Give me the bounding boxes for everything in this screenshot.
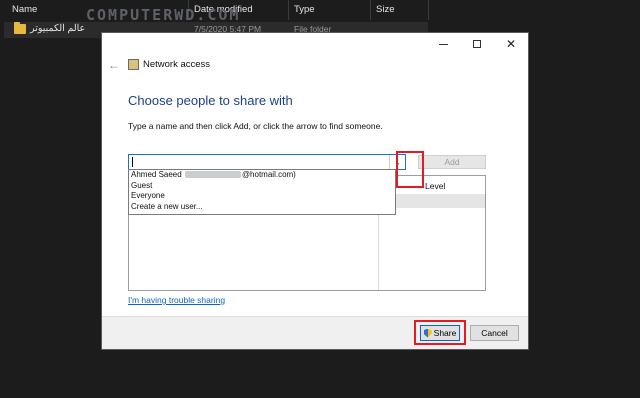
dialog-footer: Share Cancel	[102, 316, 528, 349]
maximize-button[interactable]	[460, 33, 494, 55]
instruction-text: Type a name and then click Add, or click…	[128, 121, 383, 131]
dropdown-arrow-icon[interactable]: ⌄	[389, 155, 405, 169]
option-ahmed-start: Ahmed Saeed	[131, 170, 182, 179]
name-combo-input[interactable]: ⌄	[128, 154, 406, 170]
share-label: Share	[433, 328, 457, 338]
trouble-sharing-link[interactable]: I'm having trouble sharing	[128, 295, 225, 305]
column-name[interactable]: Name	[6, 0, 37, 20]
network-access-dialog: ✕ ← Network access Choose people to shar…	[101, 32, 529, 350]
option-ahmed-end: @hotmail.com)	[241, 170, 296, 179]
column-type[interactable]: Type	[288, 0, 315, 20]
dialog-title: Network access	[143, 59, 211, 70]
share-button[interactable]: Share	[420, 325, 460, 341]
maximize-icon	[473, 40, 481, 48]
people-dropdown-list[interactable]: Ahmed Saeed @hotmail.com) Guest Everyone…	[128, 169, 396, 215]
window-controls: ✕	[426, 33, 528, 55]
text-caret	[132, 157, 133, 167]
network-icon	[128, 59, 139, 70]
redacted-email	[184, 171, 241, 179]
column-size[interactable]: Size	[370, 0, 394, 20]
minimize-button[interactable]	[426, 33, 460, 55]
close-button[interactable]: ✕	[494, 33, 528, 55]
option-guest[interactable]: Guest	[129, 181, 395, 192]
option-ahmed-saeed[interactable]: Ahmed Saeed @hotmail.com)	[129, 170, 395, 181]
page-heading: Choose people to share with	[128, 93, 293, 108]
close-icon: ✕	[505, 37, 517, 51]
add-button[interactable]: Add	[418, 155, 486, 169]
shield-icon	[423, 328, 432, 338]
back-arrow-icon[interactable]: ←	[108, 58, 120, 72]
cancel-button[interactable]: Cancel	[470, 325, 519, 341]
column-separator[interactable]	[428, 0, 429, 20]
file-name: عالم الكمبيوتر	[30, 23, 86, 34]
folder-icon	[14, 22, 26, 34]
option-create-new-user[interactable]: Create a new user...	[129, 202, 395, 213]
option-everyone[interactable]: Everyone	[129, 191, 395, 202]
permission-level-header: Level	[425, 181, 446, 191]
minimize-icon	[438, 43, 448, 45]
